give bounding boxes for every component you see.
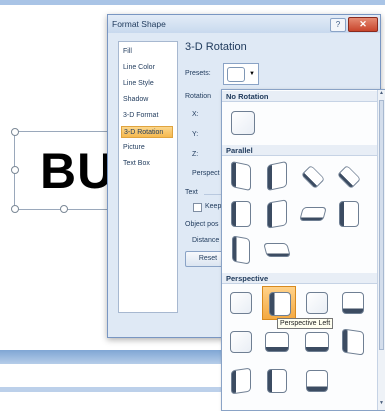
preset-parallel-1[interactable] [226, 160, 256, 192]
preset-shape [232, 235, 250, 265]
help-button[interactable]: ? [330, 18, 346, 32]
z-label: Z: [192, 151, 199, 158]
y-label: Y: [192, 131, 199, 138]
x-label: X: [192, 111, 199, 118]
preset-shape [231, 160, 251, 192]
preset-perspective-left[interactable] [262, 286, 296, 320]
preset-shape [342, 328, 364, 356]
preset-shape [267, 199, 287, 229]
preset-shape [231, 367, 251, 395]
preset-shape [230, 292, 252, 314]
preset-perspective-6[interactable] [262, 327, 292, 357]
preset-shape [300, 164, 326, 190]
rotation-label: Rotation [185, 93, 212, 100]
preset-parallel-3[interactable] [298, 161, 328, 191]
preset-perspective-7[interactable] [302, 327, 332, 357]
object-position-label: Object pos [185, 221, 219, 228]
preset-shape [306, 292, 328, 314]
sidebar-item-picture[interactable]: Picture [123, 144, 145, 151]
preset-shape [267, 369, 287, 393]
presets-gallery: No Rotation Parallel Perspective ▲ ▼ [221, 89, 385, 411]
preset-shape [263, 243, 291, 257]
dialog-title: Format Shape [112, 19, 166, 29]
preset-perspective-9[interactable] [226, 366, 256, 396]
resize-handle-left[interactable] [11, 166, 19, 174]
presets-dropdown[interactable]: ▼ [223, 63, 259, 85]
dialog-title-bar[interactable]: Format Shape ? ✕ [108, 15, 380, 33]
preset-shape [231, 111, 255, 135]
preset-thumbnail [227, 67, 245, 82]
preset-shape [299, 207, 327, 221]
scroll-up-icon[interactable]: ▲ [378, 90, 385, 96]
sidebar-item-line-color[interactable]: Line Color [123, 64, 155, 71]
preset-perspective-11[interactable] [302, 366, 332, 396]
preset-no-rotation[interactable] [228, 108, 258, 138]
preset-parallel-5[interactable] [226, 199, 256, 229]
preset-shape [336, 164, 362, 190]
preset-perspective-3[interactable] [302, 288, 332, 318]
preset-shape [230, 331, 252, 353]
text-divider [204, 194, 222, 195]
scroll-down-icon[interactable]: ▼ [378, 400, 385, 406]
gallery-section-no-rotation: No Rotation [222, 91, 378, 102]
preset-perspective-4[interactable] [338, 288, 368, 318]
scroll-thumb[interactable] [379, 100, 384, 350]
perspective-label: Perspect [192, 170, 220, 177]
gallery-section-parallel: Parallel [222, 145, 378, 156]
preset-parallel-10[interactable] [262, 235, 292, 265]
section-title: 3-D Rotation [185, 41, 247, 53]
preset-parallel-6[interactable] [262, 199, 292, 229]
preset-parallel-2[interactable] [262, 160, 292, 192]
presets-label: Presets: [185, 70, 211, 77]
resize-handle-top-left[interactable] [11, 128, 19, 136]
sidebar-item-shadow[interactable]: Shadow [123, 96, 148, 103]
preset-shape [339, 201, 359, 227]
preset-perspective-1[interactable] [226, 288, 256, 318]
preset-parallel-9[interactable] [226, 235, 256, 265]
keep-text-flat-label: Keep [205, 203, 222, 210]
preset-perspective-5[interactable] [226, 327, 256, 357]
text-label: Text [185, 189, 198, 196]
preset-tooltip: Perspective Left [277, 318, 334, 329]
preset-perspective-10[interactable] [262, 366, 292, 396]
resize-handle-bottom[interactable] [60, 205, 68, 213]
preset-shape [342, 292, 364, 314]
preset-shape [231, 201, 251, 227]
resize-handle-bottom-left[interactable] [11, 205, 19, 213]
preset-parallel-8[interactable] [334, 199, 364, 229]
preset-shape [305, 332, 329, 352]
preset-perspective-8[interactable] [338, 327, 368, 357]
sidebar-item-fill[interactable]: Fill [123, 48, 132, 55]
gallery-scrollbar[interactable]: ▲ ▼ [377, 90, 385, 410]
preset-shape [269, 292, 291, 316]
sidebar-item-3d-format[interactable]: 3-D Format [123, 112, 158, 119]
slide-big-text: BU [40, 143, 115, 199]
sidebar-item-line-style[interactable]: Line Style [123, 80, 154, 87]
preset-parallel-4[interactable] [334, 161, 364, 191]
sidebar-item-3d-rotation[interactable]: 3-D Rotation [121, 126, 173, 138]
distance-label: Distance [192, 237, 220, 244]
preset-parallel-7[interactable] [298, 199, 328, 229]
preset-shape [306, 370, 328, 392]
close-button[interactable]: ✕ [348, 17, 378, 32]
preset-shape [267, 160, 287, 192]
sidebar-item-text-box[interactable]: Text Box [123, 160, 150, 167]
category-sidebar: Fill Line Color Line Style Shadow 3-D Fo… [118, 41, 178, 313]
dropdown-arrow-icon: ▼ [249, 71, 255, 77]
preset-shape [265, 332, 289, 352]
keep-text-flat-checkbox[interactable] [193, 203, 202, 212]
gallery-section-perspective: Perspective [222, 273, 378, 284]
